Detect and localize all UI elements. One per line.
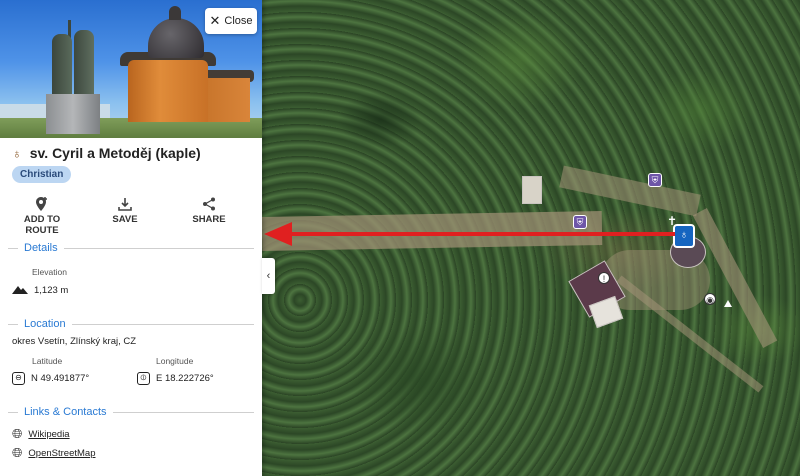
- wikipedia-link[interactable]: 🌐︎ Wikipedia: [12, 426, 70, 442]
- longitude-value: E 18.222726°: [156, 373, 214, 384]
- openstreetmap-link-label[interactable]: OpenStreetMap: [28, 448, 95, 459]
- poi-marker[interactable]: ⛨: [573, 215, 587, 229]
- links-heading: Links & Contacts: [8, 406, 254, 418]
- close-icon: ✕: [209, 13, 221, 28]
- place-title: sv. Cyril a Metoděj (kaple): [29, 145, 201, 161]
- longitude-icon: ⦶: [137, 372, 150, 385]
- peak-icon: [724, 300, 732, 307]
- latitude-value: N 49.491877°: [31, 373, 90, 384]
- share-label: SHARE: [192, 214, 226, 225]
- map-road: [261, 211, 603, 251]
- wikipedia-link-label[interactable]: Wikipedia: [28, 429, 69, 440]
- longitude-label: Longitude: [156, 356, 194, 366]
- latitude-row[interactable]: ⊖ N 49.491877°: [12, 372, 89, 385]
- add-to-route-label: ADD TO ROUTE: [23, 214, 61, 236]
- download-icon: [100, 194, 150, 214]
- chapel-icon: ♁: [12, 145, 22, 161]
- save-label: SAVE: [112, 214, 138, 225]
- map-road: [559, 165, 701, 217]
- collapse-panel-button[interactable]: ‹: [262, 258, 275, 294]
- longitude-row[interactable]: ⦶ E 18.222726°: [137, 372, 214, 385]
- globe-icon: 🌐︎: [12, 445, 23, 460]
- add-to-route-button[interactable]: ADD TO ROUTE: [8, 194, 76, 236]
- map-building: [522, 176, 542, 204]
- close-button[interactable]: ✕ Close: [205, 8, 257, 34]
- place-details-panel: ✕ Close ♁ sv. Cyril a Metoděj (kaple) Ch…: [0, 0, 262, 476]
- place-title-row: ♁ sv. Cyril a Metoděj (kaple): [12, 145, 201, 161]
- details-heading: Details: [8, 242, 254, 254]
- action-bar: ADD TO ROUTE SAVE SHARE: [0, 194, 262, 236]
- add-location-icon: [8, 194, 76, 214]
- share-button[interactable]: SHARE: [186, 194, 232, 225]
- location-heading: Location: [8, 318, 254, 330]
- poi-marker[interactable]: ⛨: [648, 173, 662, 187]
- poi-marker[interactable]: ◉: [704, 293, 716, 305]
- globe-icon: 🌐︎: [12, 426, 23, 441]
- elevation-label: Elevation: [32, 267, 67, 277]
- selected-place-marker[interactable]: ♁: [673, 224, 695, 248]
- poi-marker[interactable]: !: [598, 272, 610, 284]
- close-label: Close: [224, 15, 253, 27]
- category-badge: Christian: [12, 166, 72, 183]
- latitude-label: Latitude: [32, 356, 63, 366]
- share-icon: [186, 194, 232, 214]
- mountain-icon: [12, 284, 28, 297]
- openstreetmap-link[interactable]: 🌐︎ OpenStreetMap: [12, 445, 95, 461]
- elevation-value-row: 1,123 m: [12, 284, 68, 297]
- address-text: okres Vsetín, Zlínský kraj, CZ: [12, 336, 137, 347]
- save-button[interactable]: SAVE: [100, 194, 150, 225]
- elevation-value: 1,123 m: [34, 285, 69, 296]
- latitude-icon: ⊖: [12, 372, 25, 385]
- chevron-left-icon: ‹: [266, 270, 271, 282]
